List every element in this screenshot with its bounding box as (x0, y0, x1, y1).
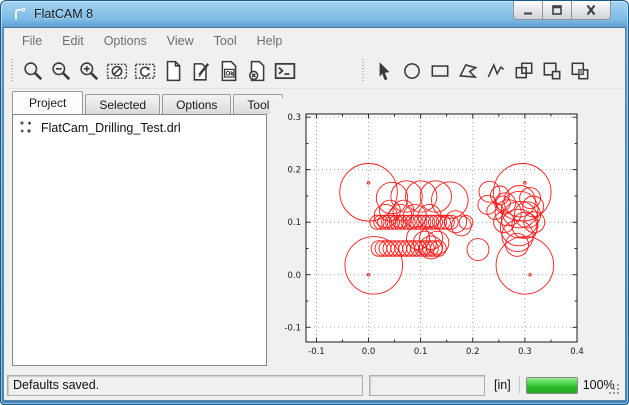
progress-bar (526, 377, 578, 394)
zoom-fit-button[interactable] (19, 57, 47, 85)
replot-icon (134, 60, 156, 82)
open-project-icon (190, 60, 212, 82)
tab-options-label: Options (176, 98, 217, 112)
plot-canvas[interactable]: -0.1 0.0 0.1 0.2 0.3 0.4 -0.1 0.0 0.1 0.2 0.3 (270, 98, 624, 366)
draw-polygon-icon (457, 60, 479, 82)
zoom-out-icon (50, 60, 72, 82)
window-title: FlatCAM 8 (34, 7, 93, 21)
new-project-icon (162, 60, 184, 82)
subtract-icon (541, 60, 563, 82)
select-tool-button[interactable] (370, 57, 398, 85)
shell-icon (274, 60, 296, 82)
menu-options[interactable]: Options (94, 31, 157, 51)
menubar: File Edit Options View Tool Help (4, 28, 625, 53)
draw-path-icon (485, 60, 507, 82)
svg-text:0.4: 0.4 (570, 347, 584, 357)
tab-project[interactable]: Project (12, 91, 83, 114)
svg-text:0.2: 0.2 (466, 347, 480, 357)
client-area: File Edit Options View Tool Help (3, 27, 626, 401)
maximize-button[interactable] (542, 1, 572, 20)
maximize-icon (549, 3, 565, 17)
svg-text:0.1: 0.1 (287, 218, 301, 228)
save-project-icon: Ok (218, 60, 240, 82)
app-window: FlatCAM 8 File Edit Options View Tool He… (0, 0, 629, 405)
svg-text:Ok: Ok (225, 70, 234, 77)
progress-fill (527, 378, 577, 393)
tabbar: Project Selected Options Tool (12, 91, 285, 114)
zoom-fit-icon (22, 60, 44, 82)
drill-marks-icon (19, 120, 34, 135)
statusbar: Defaults saved. [in] 100% (4, 370, 625, 400)
union-button[interactable] (510, 57, 538, 85)
tab-project-label: Project (29, 96, 66, 110)
clear-plot-button[interactable] (103, 57, 131, 85)
clear-plot-icon (106, 60, 128, 82)
select-icon (373, 60, 395, 82)
menu-file[interactable]: File (12, 31, 52, 51)
toolbar-drag-handle[interactable] (10, 59, 14, 83)
shell-button[interactable] (271, 57, 299, 85)
menu-view[interactable]: View (157, 31, 204, 51)
draw-polygon-button[interactable] (454, 57, 482, 85)
new-project-button[interactable] (159, 57, 187, 85)
toolbar: Ok (4, 53, 625, 89)
flatcam-logo-icon (11, 6, 27, 22)
tab-options[interactable]: Options (162, 94, 231, 114)
svg-text:-0.1: -0.1 (284, 323, 301, 333)
intersect-button[interactable] (566, 57, 594, 85)
intersect-icon (569, 60, 591, 82)
tab-selected[interactable]: Selected (85, 94, 160, 114)
svg-text:0.0: 0.0 (287, 271, 301, 281)
draw-circle-icon (401, 60, 423, 82)
svg-text:0.1: 0.1 (414, 347, 428, 357)
svg-text:-0.1: -0.1 (308, 347, 325, 357)
close-button[interactable] (571, 1, 611, 20)
minimize-button[interactable] (513, 1, 543, 20)
status-message-panel: Defaults saved. (7, 375, 363, 396)
toolbar-drag-handle[interactable] (361, 59, 365, 83)
status-separator (519, 376, 520, 394)
draw-circle-button[interactable] (398, 57, 426, 85)
titlebar[interactable]: FlatCAM 8 (0, 0, 629, 27)
resize-grip-icon[interactable] (607, 382, 621, 396)
units-label: [in] (494, 378, 511, 392)
status-secondary-panel (369, 375, 485, 396)
tree-item-drill-file[interactable]: FlatCam_Drilling_Test.drl (13, 115, 266, 137)
union-icon (513, 60, 535, 82)
tab-tool-label: Tool (247, 98, 269, 112)
draw-path-button[interactable] (482, 57, 510, 85)
draw-rectangle-icon (429, 60, 451, 82)
status-message: Defaults saved. (13, 378, 99, 392)
tree-item-label: FlatCam_Drilling_Test.drl (41, 121, 181, 135)
svg-text:0.2: 0.2 (287, 166, 301, 176)
zoom-in-button[interactable] (75, 57, 103, 85)
menu-help[interactable]: Help (247, 31, 293, 51)
menu-tool[interactable]: Tool (204, 31, 247, 51)
zoom-out-button[interactable] (47, 57, 75, 85)
project-tree: FlatCam_Drilling_Test.drl (12, 114, 267, 366)
plot-svg: -0.1 0.0 0.1 0.2 0.3 0.4 -0.1 0.0 0.1 0.2 0.3 (270, 98, 624, 366)
tab-selected-label: Selected (99, 98, 146, 112)
zoom-in-icon (78, 60, 100, 82)
menu-edit[interactable]: Edit (52, 31, 94, 51)
delete-object-icon (246, 60, 268, 82)
svg-text:0.3: 0.3 (287, 113, 301, 123)
svg-text:0.3: 0.3 (518, 347, 532, 357)
svg-text:0.0: 0.0 (362, 347, 376, 357)
save-project-button[interactable]: Ok (215, 57, 243, 85)
replot-button[interactable] (131, 57, 159, 85)
open-project-button[interactable] (187, 57, 215, 85)
subtract-button[interactable] (538, 57, 566, 85)
delete-object-button[interactable] (243, 57, 271, 85)
minimize-icon (520, 3, 536, 17)
draw-rectangle-button[interactable] (426, 57, 454, 85)
close-icon (583, 3, 599, 17)
